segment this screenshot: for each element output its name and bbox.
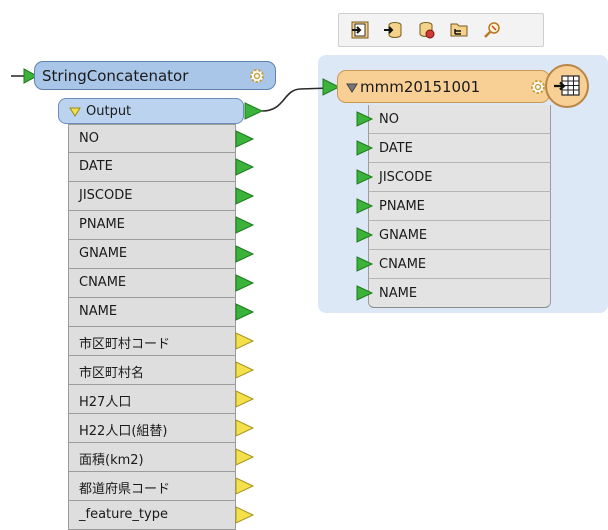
attribute-label: 都道府県コード	[79, 482, 171, 497]
unexposed-port-icon[interactable]	[235, 419, 255, 437]
writer-attribute-row[interactable]: PNAME	[356, 192, 551, 221]
writer-attribute-row[interactable]: CNAME	[356, 250, 551, 279]
connected-port-icon[interactable]	[235, 130, 255, 148]
unexposed-port-icon[interactable]	[235, 477, 255, 495]
transformer-attribute-row[interactable]: H27人口	[68, 385, 255, 414]
attribute-label: NAME	[79, 304, 118, 319]
unexposed-port-icon[interactable]	[235, 361, 255, 379]
attribute-label: 市区町村名	[79, 366, 145, 381]
writer-attribute-row[interactable]: NO	[356, 105, 551, 134]
writer-attribute-row[interactable]: JISCODE	[356, 163, 551, 192]
connected-port-icon[interactable]	[235, 216, 255, 234]
attribute-label: CNAME	[79, 275, 127, 290]
writer-attribute-port-icon[interactable]	[356, 285, 374, 301]
transformer-attribute-list: NO DATE JISCODE PNAME GNAME CNAME NAME 市区町村コード市…	[68, 124, 255, 530]
writer-attribute-row[interactable]: GNAME	[356, 221, 551, 250]
unexposed-port-icon[interactable]	[235, 332, 255, 350]
transformer-attribute-row[interactable]: JISCODE	[68, 182, 255, 211]
connected-port-icon[interactable]	[235, 303, 255, 321]
writer-attribute-port-icon[interactable]	[356, 256, 374, 272]
attribute-label: NO	[79, 131, 99, 146]
transformer-attribute-row[interactable]: NAME	[68, 298, 255, 327]
attribute-label: DATE	[79, 159, 113, 174]
attribute-label: DATE	[379, 141, 413, 156]
attribute-label: PNAME	[79, 217, 125, 232]
transformer-attribute-row[interactable]: 都道府県コード	[68, 472, 255, 501]
collapse-triangle-icon[interactable]	[69, 107, 81, 117]
writer-attribute-port-icon[interactable]	[356, 111, 374, 127]
writer-attribute-row[interactable]: DATE	[356, 134, 551, 163]
writer-attribute-list: NO DATE JISCODE PNAME GNAME CNAME NAME	[356, 105, 551, 308]
writer-attribute-port-icon[interactable]	[356, 227, 374, 243]
writer-name: mmm20151001	[360, 78, 481, 96]
attribute-label: JISCODE	[79, 188, 133, 203]
transformer-attribute-row[interactable]: H22人口(組替)	[68, 414, 255, 443]
writer-feature-type[interactable]: mmm20151001	[337, 70, 550, 103]
transformer-attribute-row[interactable]: GNAME	[68, 240, 255, 269]
attribute-label: _feature_type	[79, 507, 168, 522]
writer-attribute-row[interactable]: NAME	[356, 279, 551, 308]
connected-port-icon[interactable]	[235, 187, 255, 205]
connected-port-icon[interactable]	[235, 245, 255, 263]
connected-port-icon[interactable]	[235, 158, 255, 176]
writer-attribute-port-icon[interactable]	[356, 140, 374, 156]
writer-attribute-port-icon[interactable]	[356, 198, 374, 214]
output-port[interactable]: Output	[58, 98, 244, 124]
attribute-label: CNAME	[379, 257, 427, 272]
attribute-label: PNAME	[379, 199, 425, 214]
attribute-label: GNAME	[79, 246, 128, 261]
attribute-label: JISCODE	[379, 170, 433, 185]
unexposed-port-icon[interactable]	[235, 390, 255, 408]
attribute-label: H27人口	[79, 395, 132, 410]
transformer-attribute-row[interactable]: CNAME	[68, 269, 255, 298]
writer-attribute-port-icon[interactable]	[356, 169, 374, 185]
transformer-attribute-row[interactable]: NO	[68, 124, 255, 153]
gear-icon[interactable]	[248, 67, 266, 89]
writer-table-icon[interactable]	[545, 64, 589, 108]
transformer-attribute-row[interactable]: 市区町村名	[68, 356, 255, 385]
attribute-label: 市区町村コード	[79, 337, 171, 352]
transformer-attribute-row[interactable]: 面積(km2)	[68, 443, 255, 472]
string-concatenator-transformer[interactable]: StringConcatenator	[34, 61, 276, 90]
connected-port-icon[interactable]	[235, 274, 255, 292]
attribute-label: 面積(km2)	[79, 453, 144, 468]
transformer-attribute-row[interactable]: _feature_type	[68, 501, 255, 530]
output-port-label: Output	[86, 104, 132, 119]
transformer-name: StringConcatenator	[42, 67, 189, 85]
unexposed-port-icon[interactable]	[235, 448, 255, 466]
attribute-label: H22人口(組替)	[79, 424, 168, 439]
attribute-label: GNAME	[379, 228, 428, 243]
attribute-label: NAME	[379, 286, 418, 301]
transformer-attribute-row[interactable]: 市区町村コード	[68, 327, 255, 356]
unexposed-port-icon[interactable]	[235, 506, 255, 524]
transformer-attribute-row[interactable]: DATE	[68, 153, 255, 182]
collapse-triangle-icon[interactable]	[346, 83, 358, 93]
attribute-label: NO	[379, 112, 399, 127]
output-port-connector-icon[interactable]	[244, 102, 264, 120]
transformer-attribute-row[interactable]: PNAME	[68, 211, 255, 240]
